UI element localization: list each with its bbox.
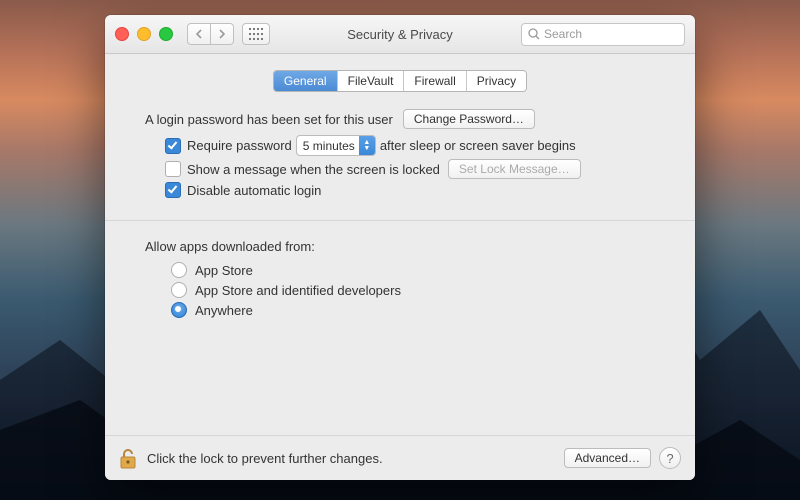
allow-anywhere-radio[interactable] — [171, 302, 187, 318]
preferences-window: Security & Privacy Search General FileVa… — [105, 15, 695, 480]
require-delay-value: 5 minutes — [297, 139, 359, 153]
require-password-after: after sleep or screen saver begins — [380, 138, 576, 153]
require-password-label: Require password — [187, 138, 292, 153]
search-field[interactable]: Search — [521, 23, 685, 46]
segmented-control: General FileVault Firewall Privacy — [273, 70, 527, 92]
show-message-checkbox[interactable] — [165, 161, 181, 177]
show-message-row: Show a message when the screen is locked… — [165, 159, 661, 179]
help-icon: ? — [666, 451, 673, 466]
forward-button[interactable] — [211, 23, 234, 45]
lock-button[interactable] — [119, 447, 137, 469]
allow-identified-row: App Store and identified developers — [171, 282, 661, 298]
require-password-checkbox[interactable] — [165, 138, 181, 154]
help-button[interactable]: ? — [659, 447, 681, 469]
close-button[interactable] — [115, 27, 129, 41]
nav-buttons — [187, 23, 234, 45]
allow-anywhere-row: Anywhere — [171, 302, 661, 318]
advanced-button[interactable]: Advanced… — [564, 448, 651, 468]
window-controls — [115, 27, 173, 41]
allow-identified-radio[interactable] — [171, 282, 187, 298]
allow-appstore-label: App Store — [195, 263, 253, 278]
content-area: A login password has been set for this u… — [105, 106, 695, 435]
tab-general[interactable]: General — [274, 71, 337, 91]
desktop-background: Security & Privacy Search General FileVa… — [0, 0, 800, 500]
tab-privacy[interactable]: Privacy — [466, 71, 526, 91]
change-password-button[interactable]: Change Password… — [403, 109, 535, 129]
login-password-text: A login password has been set for this u… — [145, 112, 393, 127]
allow-appstore-row: App Store — [171, 262, 661, 278]
allow-appstore-radio[interactable] — [171, 262, 187, 278]
select-caret-icon: ▲▼ — [359, 136, 375, 155]
login-password-row: A login password has been set for this u… — [145, 109, 661, 129]
disable-auto-login-label: Disable automatic login — [187, 183, 321, 198]
back-button[interactable] — [187, 23, 211, 45]
chevron-left-icon — [195, 29, 203, 39]
show-all-button[interactable] — [242, 23, 270, 45]
set-lock-message-button[interactable]: Set Lock Message… — [448, 159, 581, 179]
minimize-button[interactable] — [137, 27, 151, 41]
chevron-right-icon — [218, 29, 226, 39]
tab-filevault[interactable]: FileVault — [337, 71, 404, 91]
allow-identified-label: App Store and identified developers — [195, 283, 401, 298]
footer-bar: Click the lock to prevent further change… — [105, 435, 695, 480]
tab-bar: General FileVault Firewall Privacy — [105, 70, 695, 92]
search-icon — [528, 28, 540, 40]
disable-auto-login-row: Disable automatic login — [165, 182, 661, 198]
allow-apps-title: Allow apps downloaded from: — [145, 239, 661, 254]
search-placeholder: Search — [544, 27, 582, 41]
allow-anywhere-label: Anywhere — [195, 303, 253, 318]
lock-message: Click the lock to prevent further change… — [147, 451, 383, 466]
disable-auto-login-checkbox[interactable] — [165, 182, 181, 198]
require-delay-select[interactable]: 5 minutes ▲▼ — [296, 135, 376, 156]
grid-icon — [249, 28, 263, 40]
allow-apps-radios: App Store App Store and identified devel… — [171, 262, 661, 318]
show-message-label: Show a message when the screen is locked — [187, 162, 440, 177]
divider — [105, 220, 695, 221]
zoom-button[interactable] — [159, 27, 173, 41]
tab-firewall[interactable]: Firewall — [403, 71, 465, 91]
window-body: General FileVault Firewall Privacy A log… — [105, 54, 695, 480]
require-password-row: Require password 5 minutes ▲▼ after slee… — [165, 135, 661, 156]
titlebar: Security & Privacy Search — [105, 15, 695, 54]
lock-open-icon — [119, 447, 137, 469]
